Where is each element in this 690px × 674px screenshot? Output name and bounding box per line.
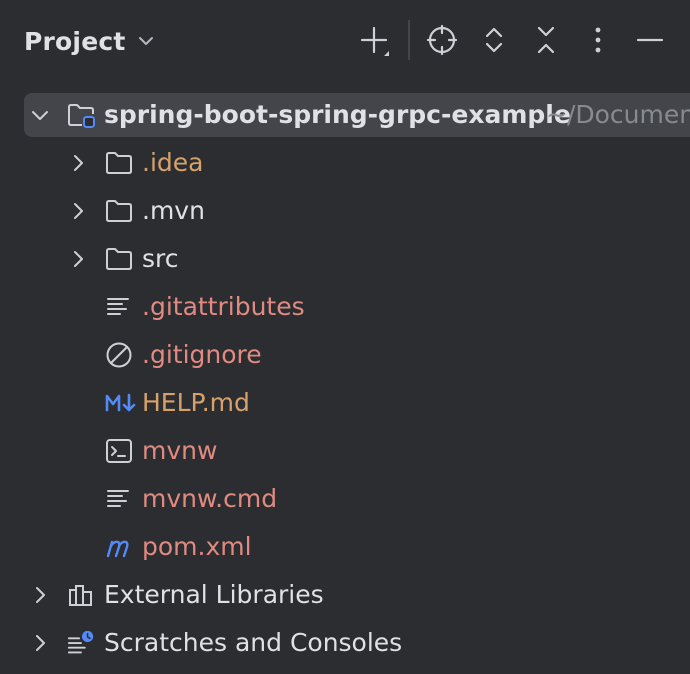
expand-all-icon[interactable] [474,20,514,60]
project-view-selector[interactable]: Project [24,22,156,60]
collapse-all-icon[interactable] [526,20,566,60]
ignore-file-icon [104,340,134,370]
folder-icon [104,196,134,226]
tree-item-external-libraries[interactable]: External Libraries [0,571,690,619]
chevron-down-icon[interactable] [28,103,52,127]
tree-item-label: .gitignore [142,340,262,369]
tree-item-label: src [142,244,179,273]
tree-item-label: .gitattributes [142,292,305,321]
tree-item-mvnw-cmd[interactable]: mvnw.cmd [0,475,690,523]
shell-script-icon [104,436,134,466]
tool-window-title: Project [24,26,126,56]
text-file-icon [104,292,134,322]
tree-item-gitattributes[interactable]: .gitattributes [0,283,690,331]
chevron-down-icon [136,31,156,51]
tree-item-label: .mvn [142,196,205,225]
locate-target-icon[interactable] [422,20,462,60]
tool-window-header: Project [0,0,690,82]
tree-item-help-md[interactable]: HELP.md [0,379,690,427]
tree-root-row[interactable]: spring-boot-spring-grpc-example ~/Docume… [0,91,690,139]
folder-icon [104,148,134,178]
module-folder-icon [66,100,96,130]
chevron-right-icon[interactable] [66,247,90,271]
tree-item-label: Scratches and Consoles [104,628,403,657]
libraries-icon [66,580,96,610]
minimize-icon[interactable] [630,20,670,60]
more-options-icon[interactable] [578,20,618,60]
project-tool-window: Project spring-boot-spring-grpc-example … [0,0,690,674]
tree-item-label: HELP.md [142,388,250,417]
chevron-right-icon[interactable] [66,151,90,175]
tree-item-label: External Libraries [104,580,324,609]
chevron-right-icon[interactable] [28,631,52,655]
root-project-name: spring-boot-spring-grpc-example [104,100,571,129]
tree-item-scratches-and-consoles[interactable]: Scratches and Consoles [0,619,690,667]
text-file-icon [104,484,134,514]
tree-item-label: mvnw.cmd [142,484,278,513]
scratches-icon [66,628,96,658]
tree-item-mvn[interactable]: .mvn [0,187,690,235]
tree-item-pom-xml[interactable]: pom.xml [0,523,690,571]
tree-item-src[interactable]: src [0,235,690,283]
tree-item-label: mvnw [142,436,218,465]
chevron-right-icon[interactable] [66,199,90,223]
tree-item-idea[interactable]: .idea [0,139,690,187]
maven-icon [104,532,138,562]
chevron-right-icon[interactable] [28,583,52,607]
toolbar-separator [408,20,410,60]
folder-icon [104,244,134,274]
tree-item-gitignore[interactable]: .gitignore [0,331,690,379]
tree-item-label: .idea [142,148,204,177]
tree-item-label: pom.xml [142,532,252,561]
tree-item-mvnw[interactable]: mvnw [0,427,690,475]
root-project-path: ~/Documen [546,100,690,129]
plus-new-icon[interactable] [354,20,394,60]
markdown-icon [104,388,138,418]
